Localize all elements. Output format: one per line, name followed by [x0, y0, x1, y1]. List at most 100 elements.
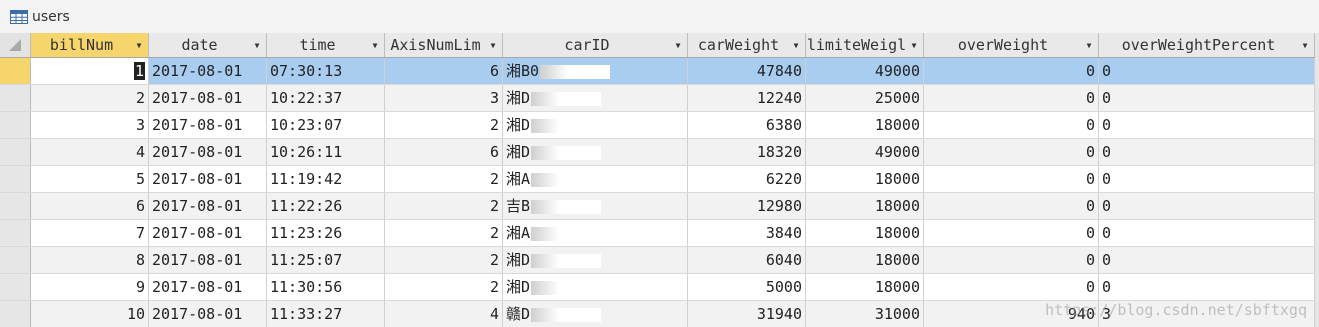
billnum-cell[interactable]: 6 [31, 193, 149, 219]
overweight-cell[interactable]: 0 [924, 193, 1099, 219]
carid-cell[interactable]: 湘D [503, 247, 688, 273]
billnum-cell[interactable]: 10 [31, 301, 149, 327]
column-header-overweightpercent[interactable]: overWeightPercent ▼ [1099, 33, 1315, 57]
limiteweight-cell[interactable]: 18000 [806, 274, 924, 300]
time-cell[interactable]: 10:22:37 [267, 85, 385, 111]
limiteweight-cell[interactable]: 18000 [806, 166, 924, 192]
table-row[interactable]: 1 2017-08-01 07:30:13 6 湘B0 47840 49000 0 0 [0, 58, 1319, 85]
limiteweight-cell[interactable]: 31000 [806, 301, 924, 327]
table-row[interactable]: 4 2017-08-01 10:26:11 6 湘D 18320 49000 0 0 [0, 139, 1319, 166]
time-cell[interactable]: 11:19:42 [267, 166, 385, 192]
carid-cell[interactable]: 湘D [503, 85, 688, 111]
carid-cell[interactable]: 湘A [503, 166, 688, 192]
overweight-cell[interactable]: 0 [924, 166, 1099, 192]
limiteweight-cell[interactable]: 18000 [806, 112, 924, 138]
carid-cell[interactable]: 湘D [503, 112, 688, 138]
chevron-down-icon[interactable]: ▼ [368, 41, 382, 50]
overweight-cell[interactable]: 0 [924, 274, 1099, 300]
record-selector[interactable] [0, 220, 31, 246]
time-cell[interactable]: 11:33:27 [267, 301, 385, 327]
record-selector[interactable] [0, 112, 31, 138]
carweight-cell[interactable]: 6380 [688, 112, 806, 138]
date-cell[interactable]: 2017-08-01 [149, 58, 267, 84]
overweight-cell[interactable]: 0 [924, 139, 1099, 165]
record-selector[interactable] [0, 58, 31, 84]
time-cell[interactable]: 11:25:07 [267, 247, 385, 273]
record-selector[interactable] [0, 274, 31, 300]
table-row[interactable]: 6 2017-08-01 11:22:26 2 吉B 12980 18000 0 0 [0, 193, 1319, 220]
column-header-carweight[interactable]: carWeight ▼ [688, 33, 806, 57]
billnum-cell[interactable]: 1 [31, 58, 149, 84]
chevron-down-icon[interactable]: ▼ [671, 41, 685, 50]
billnum-cell[interactable]: 3 [31, 112, 149, 138]
chevron-down-icon[interactable]: ▼ [1082, 41, 1096, 50]
table-row[interactable]: 7 2017-08-01 11:23:26 2 湘A 3840 18000 0 0 [0, 220, 1319, 247]
column-header-overweight[interactable]: overWeight ▼ [924, 33, 1099, 57]
carid-cell[interactable]: 赣D [503, 301, 688, 327]
table-row[interactable]: 8 2017-08-01 11:25:07 2 湘D 6040 18000 0 0 [0, 247, 1319, 274]
time-cell[interactable]: 11:30:56 [267, 274, 385, 300]
record-selector[interactable] [0, 85, 31, 111]
date-cell[interactable]: 2017-08-01 [149, 274, 267, 300]
date-cell[interactable]: 2017-08-01 [149, 139, 267, 165]
overweight-cell[interactable]: 0 [924, 112, 1099, 138]
carweight-cell[interactable]: 6040 [688, 247, 806, 273]
record-selector[interactable] [0, 139, 31, 165]
date-cell[interactable]: 2017-08-01 [149, 301, 267, 327]
overweightpercent-cell[interactable]: 0 [1099, 112, 1315, 138]
date-cell[interactable]: 2017-08-01 [149, 247, 267, 273]
table-row[interactable]: 3 2017-08-01 10:23:07 2 湘D 6380 18000 0 0 [0, 112, 1319, 139]
overweightpercent-cell[interactable]: 0 [1099, 247, 1315, 273]
limiteweight-cell[interactable]: 49000 [806, 139, 924, 165]
carweight-cell[interactable]: 31940 [688, 301, 806, 327]
overweightpercent-cell[interactable]: 0 [1099, 85, 1315, 111]
tab-users[interactable]: users [0, 0, 70, 33]
column-header-date[interactable]: date ▼ [149, 33, 267, 57]
carweight-cell[interactable]: 3840 [688, 220, 806, 246]
chevron-down-icon[interactable]: ▼ [486, 41, 500, 50]
column-header-axisnumlim[interactable]: AxisNumLim ▼ [385, 33, 503, 57]
table-row[interactable]: 2 2017-08-01 10:22:37 3 湘D 12240 25000 0 0 [0, 85, 1319, 112]
overweight-cell[interactable]: 0 [924, 247, 1099, 273]
carid-cell[interactable]: 湘D [503, 274, 688, 300]
axisnumlim-cell[interactable]: 3 [385, 85, 503, 111]
column-header-carid[interactable]: carID ▼ [503, 33, 688, 57]
time-cell[interactable]: 10:23:07 [267, 112, 385, 138]
carid-cell[interactable]: 吉B [503, 193, 688, 219]
overweight-cell[interactable]: 0 [924, 58, 1099, 84]
limiteweight-cell[interactable]: 25000 [806, 85, 924, 111]
record-selector[interactable] [0, 166, 31, 192]
billnum-cell[interactable]: 8 [31, 247, 149, 273]
overweightpercent-cell[interactable]: 0 [1099, 274, 1315, 300]
billnum-cell[interactable]: 5 [31, 166, 149, 192]
chevron-down-icon[interactable]: ▼ [907, 41, 921, 50]
carweight-cell[interactable]: 5000 [688, 274, 806, 300]
overweightpercent-cell[interactable]: 0 [1099, 166, 1315, 192]
date-cell[interactable]: 2017-08-01 [149, 112, 267, 138]
column-header-billNum[interactable]: billNum ▼ [31, 33, 149, 57]
axisnumlim-cell[interactable]: 2 [385, 112, 503, 138]
chevron-down-icon[interactable]: ▼ [789, 41, 803, 50]
limiteweight-cell[interactable]: 18000 [806, 193, 924, 219]
select-all-corner[interactable] [0, 33, 31, 57]
limiteweight-cell[interactable]: 18000 [806, 220, 924, 246]
limiteweight-cell[interactable]: 18000 [806, 247, 924, 273]
chevron-down-icon[interactable]: ▼ [250, 41, 264, 50]
carweight-cell[interactable]: 12240 [688, 85, 806, 111]
carid-cell[interactable]: 湘B0 [503, 58, 688, 84]
table-row[interactable]: 9 2017-08-01 11:30:56 2 湘D 5000 18000 0 0 [0, 274, 1319, 301]
axisnumlim-cell[interactable]: 6 [385, 139, 503, 165]
column-header-time[interactable]: time ▼ [267, 33, 385, 57]
axisnumlim-cell[interactable]: 2 [385, 220, 503, 246]
axisnumlim-cell[interactable]: 2 [385, 247, 503, 273]
table-row[interactable]: 5 2017-08-01 11:19:42 2 湘A 6220 18000 0 0 [0, 166, 1319, 193]
limiteweight-cell[interactable]: 49000 [806, 58, 924, 84]
date-cell[interactable]: 2017-08-01 [149, 220, 267, 246]
billnum-cell[interactable]: 7 [31, 220, 149, 246]
carid-cell[interactable]: 湘A [503, 220, 688, 246]
carid-cell[interactable]: 湘D [503, 139, 688, 165]
axisnumlim-cell[interactable]: 4 [385, 301, 503, 327]
record-selector[interactable] [0, 193, 31, 219]
overweightpercent-cell[interactable]: 0 [1099, 139, 1315, 165]
overweightpercent-cell[interactable]: 0 [1099, 58, 1315, 84]
